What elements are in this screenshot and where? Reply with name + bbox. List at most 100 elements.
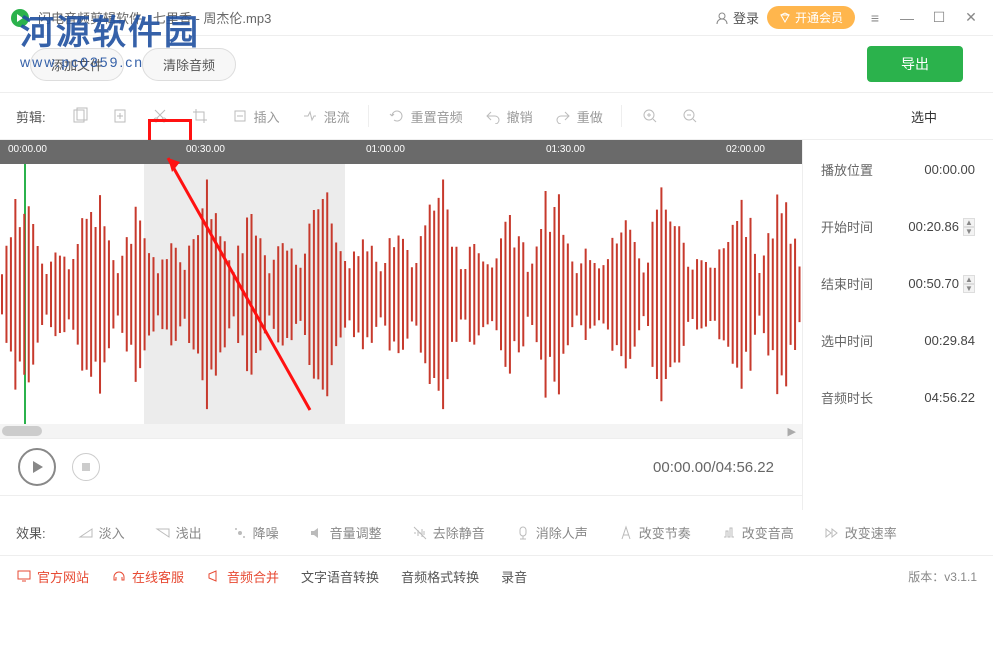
pitch-icon [721,525,737,541]
audio-merge-link[interactable]: 音频合并 [206,567,279,586]
volume-icon [309,525,325,541]
fade-out-button[interactable]: 浅出 [145,523,212,542]
fade-in-button[interactable]: 淡入 [68,523,135,542]
redo-button[interactable]: 重做 [543,106,613,126]
ruler-tick: 01:00.00 [366,144,405,155]
play-controls: 00:00.00/04:56.22 [0,438,802,496]
selection-time-row: 选中时间 00:29.84 [821,331,975,350]
titlebar: 闪电音频剪辑软件 七里香 - 周杰伦.mp3 登录 开通会员 ≡ — ☐ ✕ [0,0,993,36]
denoise-button[interactable]: 降噪 [222,523,289,542]
mix-button[interactable]: 混流 [290,106,360,126]
duration-label: 音频时长 [821,388,873,407]
duration-value: 04:56.22 [924,390,975,405]
vocal-icon [515,525,531,541]
undo-button[interactable]: 撤销 [473,106,543,126]
mix-icon [302,108,318,124]
format-convert-link[interactable]: 音频格式转换 [401,567,479,586]
selected-heading: 选中 [911,107,937,126]
play-button[interactable] [18,448,56,486]
start-time-spinner[interactable]: ▲▼ [963,218,975,236]
app-icon [10,8,30,28]
window-title: 闪电音频剪辑软件 七里香 - 周杰伦.mp3 [38,8,715,27]
waveform[interactable] [0,164,802,424]
scissors-icon [151,107,169,125]
version-label: 版本：v3.1.1 [908,568,977,585]
customer-service-link[interactable]: 在线客服 [111,567,184,586]
bottom-bar: 官方网站 在线客服 音频合并 文字语音转换 音频格式转换 录音 版本：v3.1.… [0,556,993,596]
copy-button[interactable] [60,106,100,126]
add-file-button[interactable]: 添加文件 [30,48,124,81]
reset-icon [389,108,405,124]
play-position-value: 00:00.00 [924,162,975,177]
zoom-in-icon [642,108,658,124]
menu-button[interactable]: ≡ [863,6,887,30]
stop-icon [81,462,91,472]
copy-icon [71,107,89,125]
user-icon [715,11,729,25]
end-time-row: 结束时间 00:50.70 ▲▼ [821,274,975,293]
remove-silence-button[interactable]: 去除静音 [402,523,495,542]
fade-in-icon [78,525,94,541]
crop-button[interactable] [180,106,220,126]
export-button[interactable]: 导出 [867,46,963,82]
crop-icon [191,107,209,125]
tts-link[interactable]: 文字语音转换 [301,567,379,586]
zoom-out-icon [682,108,698,124]
timeline-ruler[interactable]: 00:00.00 00:30.00 01:00.00 01:30.00 02:0… [0,140,802,164]
effects-label: 效果: [16,523,46,542]
remove-vocal-button[interactable]: 消除人声 [505,523,598,542]
time-display: 00:00.00/04:56.22 [653,459,774,476]
headset-icon [111,568,127,584]
effects-row: 效果: 淡入 浅出 降噪 音量调整 去除静音 消除人声 改变节奏 改变音高 改变… [0,510,993,556]
start-time-row: 开始时间 00:20.86 ▲▼ [821,217,975,236]
clear-audio-button[interactable]: 清除音频 [142,48,236,81]
start-time-value: 00:20.86 [908,219,959,234]
waveform-scrollbar[interactable]: ▶ [0,424,802,438]
play-position-row: 播放位置 00:00.00 [821,160,975,179]
ruler-tick: 00:00.00 [8,144,47,155]
scroll-right-arrow[interactable]: ▶ [788,425,796,438]
undo-icon [485,108,501,124]
change-pitch-button[interactable]: 改变音高 [711,523,804,542]
ruler-tick: 01:30.00 [546,144,585,155]
paste-icon [111,107,129,125]
official-site-link[interactable]: 官方网站 [16,567,89,586]
silence-icon [412,525,428,541]
change-speed-button[interactable]: 改变速率 [814,523,907,542]
denoise-icon [232,525,248,541]
record-link[interactable]: 录音 [501,567,527,586]
insert-icon [232,108,248,124]
volume-button[interactable]: 音量调整 [299,523,392,542]
end-time-value: 00:50.70 [908,276,959,291]
reset-button[interactable]: 重置音频 [377,106,473,126]
zoom-out-button[interactable] [670,106,710,126]
speed-icon [824,525,840,541]
vip-button[interactable]: 开通会员 [767,6,855,29]
ruler-tick: 02:00.00 [726,144,765,155]
redo-icon [555,108,571,124]
play-position-label: 播放位置 [821,160,873,179]
scrollbar-thumb[interactable] [2,426,42,436]
play-icon [30,460,44,474]
maximize-button[interactable]: ☐ [927,6,951,30]
fade-out-icon [155,525,171,541]
toolbar-label: 剪辑: [16,107,46,126]
action-row: 添加文件 清除音频 导出 [0,36,993,92]
megaphone-icon [206,568,222,584]
login-button[interactable]: 登录 [715,8,759,27]
selection-time-value: 00:29.84 [924,333,975,348]
duration-row: 音频时长 04:56.22 [821,388,975,407]
ruler-tick: 00:30.00 [186,144,225,155]
tempo-icon [618,525,634,541]
monitor-icon [16,568,32,584]
change-tempo-button[interactable]: 改变节奏 [608,523,701,542]
paste-button[interactable] [100,106,140,126]
selection-time-label: 选中时间 [821,331,873,350]
close-button[interactable]: ✕ [959,6,983,30]
insert-button[interactable]: 插入 [220,106,290,126]
minimize-button[interactable]: — [895,6,919,30]
stop-button[interactable] [72,453,100,481]
end-time-spinner[interactable]: ▲▼ [963,275,975,293]
zoom-in-button[interactable] [630,106,670,126]
cut-button[interactable] [140,106,180,126]
